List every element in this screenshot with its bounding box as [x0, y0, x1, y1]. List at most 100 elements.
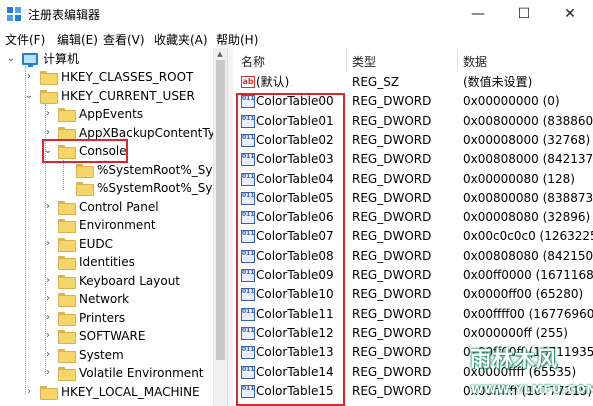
menu-favorites[interactable]: 收藏夹(A) [154, 31, 208, 48]
tree-item-label: 计算机 [43, 52, 80, 66]
tree-item-system[interactable]: › System [0, 346, 210, 364]
value-data: 0x00000080 (128) [463, 172, 575, 186]
chevron-right-icon[interactable]: › [43, 290, 53, 308]
value-name: (默认) [256, 75, 290, 89]
tree-item-volatile-environment[interactable]: › Volatile Environment [0, 364, 210, 382]
value-type: REG_DWORD [352, 114, 432, 128]
menu-help[interactable]: 帮助(H) [216, 31, 258, 48]
column-header-type[interactable]: 类型 [352, 53, 376, 70]
column-divider[interactable] [457, 48, 458, 72]
computer-icon [22, 53, 38, 67]
folder-icon [76, 164, 94, 178]
scroll-up-arrow-icon[interactable]: ▲ [214, 49, 226, 59]
tree-item-label: AppEvents [79, 107, 144, 121]
column-divider[interactable] [346, 48, 347, 72]
regedit-app-icon [7, 7, 21, 21]
tree-scrollbar-thumb[interactable] [216, 60, 225, 360]
column-header-data[interactable]: 数据 [463, 53, 487, 70]
tree-item-appevents[interactable]: › AppEvents [0, 105, 210, 123]
folder-icon [58, 127, 76, 141]
value-type: REG_DWORD [352, 326, 432, 340]
menu-view[interactable]: 查看(V) [103, 31, 145, 48]
tree-item-systemroot-syswow64[interactable]: %SystemRoot%_SysW [0, 179, 231, 197]
tree-item-eudc[interactable]: › EUDC [0, 235, 210, 253]
menu-file[interactable]: 文件(F) [5, 31, 45, 48]
tree-item-control-panel[interactable]: › Control Panel [0, 198, 210, 216]
value-type: REG_DWORD [352, 287, 432, 301]
folder-icon [58, 108, 76, 122]
tree-item-label: SOFTWARE [79, 329, 146, 343]
folder-icon [40, 386, 58, 400]
folder-icon [40, 90, 58, 104]
watermark-logo-text: 雨林木风 [470, 347, 558, 371]
value-data: 0x00ff0000 (16711680) [463, 268, 593, 282]
chevron-right-icon[interactable]: › [43, 198, 53, 216]
folder-icon [76, 182, 94, 196]
chevron-right-icon[interactable]: › [43, 235, 53, 253]
tree-item-hkcr[interactable]: › HKEY_CLASSES_ROOT [0, 68, 210, 86]
folder-icon [58, 275, 76, 289]
chevron-right-icon[interactable]: › [43, 364, 53, 382]
tree-item-label: HKEY_CLASSES_ROOT [61, 70, 194, 84]
list-item[interactable]: ab (默认) REG_SZ (数值未设置) [233, 73, 593, 92]
chevron-down-icon[interactable]: ⌄ [6, 50, 16, 68]
chevron-right-icon[interactable]: › [24, 68, 34, 86]
value-data: 0x00808080 (8421504) [463, 249, 593, 263]
value-type: REG_DWORD [352, 365, 432, 379]
value-data: (数值未设置) [463, 75, 533, 89]
tree-item-label: HKEY_CURRENT_USER [61, 89, 195, 103]
tree-item-label: Control Panel [79, 200, 159, 214]
value-data: 0x0000ff00 (65280) [463, 287, 584, 301]
chevron-right-icon[interactable]: › [43, 309, 53, 327]
tree-item-identities[interactable]: Identities [0, 253, 210, 271]
value-type: REG_DWORD [352, 210, 432, 224]
colortable-highlight-box [236, 93, 345, 406]
chevron-right-icon[interactable]: › [43, 346, 53, 364]
chevron-right-icon[interactable]: › [43, 272, 53, 290]
tree-item-label: EUDC [79, 237, 113, 251]
menu-bar: 文件(F) 编辑(E) 查看(V) 收藏夹(A) 帮助(H) [0, 28, 593, 48]
tree-item-hkcu[interactable]: ⌄ HKEY_CURRENT_USER [0, 87, 210, 105]
value-type: REG_DWORD [352, 94, 432, 108]
value-data: 0x000000ff (255) [463, 326, 568, 340]
tree-item-software[interactable]: › SOFTWARE [0, 327, 210, 345]
tree-item-keyboard-layout[interactable]: › Keyboard Layout [0, 272, 210, 290]
value-type: REG_DWORD [352, 307, 432, 321]
value-type: REG_DWORD [352, 172, 432, 186]
tree-item-label: HKEY_LOCAL_MACHINE [61, 385, 200, 399]
tree-item-label: Printers [79, 311, 126, 325]
tree-item-environment[interactable]: Environment [0, 216, 210, 234]
tree-item-hklm[interactable]: › HKEY_LOCAL_MACHINE [0, 383, 210, 401]
tree-item-label: %SystemRoot%_SysW [97, 181, 231, 195]
chevron-right-icon[interactable]: › [43, 105, 53, 123]
folder-icon [58, 256, 76, 270]
maximize-button[interactable]: ☐ [501, 0, 547, 28]
value-data: 0x00c0c0c0 (12632256 [463, 229, 593, 243]
window-title: 注册表编辑器 [28, 8, 101, 22]
tree-item-printers[interactable]: › Printers [0, 309, 210, 327]
folder-icon [58, 293, 76, 307]
console-highlight-box [42, 139, 128, 163]
minimize-button[interactable]: — [455, 0, 501, 28]
value-data: 0x00008080 (32896) [463, 210, 591, 224]
value-data: 0x00808000 (8421376) [463, 152, 593, 166]
tree-item-systemroot-system32[interactable]: %SystemRoot%_Syste [0, 161, 231, 179]
tree-item-label: Environment [79, 218, 156, 232]
value-type: REG_DWORD [352, 249, 432, 263]
tree-item-computer[interactable]: ⌄ 计算机 [0, 50, 210, 68]
chevron-right-icon[interactable]: › [24, 383, 34, 401]
tree-item-network[interactable]: › Network [0, 290, 210, 308]
chevron-right-icon[interactable]: › [43, 327, 53, 345]
string-value-icon: ab [241, 76, 255, 88]
tree-item-label: Network [79, 292, 130, 306]
menu-edit[interactable]: 编辑(E) [57, 31, 98, 48]
value-data: 0x00ffff00 (16776960) [463, 307, 593, 321]
value-type: REG_DWORD [352, 268, 432, 282]
value-data: 0x00008000 (32768) [463, 133, 591, 147]
tree-item-label: System [79, 348, 124, 362]
close-button[interactable]: ✕ [547, 0, 593, 28]
value-type: REG_DWORD [352, 384, 432, 398]
tree-item-label: Volatile Environment [79, 366, 204, 380]
column-header-name[interactable]: 名称 [241, 53, 265, 70]
chevron-down-icon[interactable]: ⌄ [24, 87, 34, 105]
